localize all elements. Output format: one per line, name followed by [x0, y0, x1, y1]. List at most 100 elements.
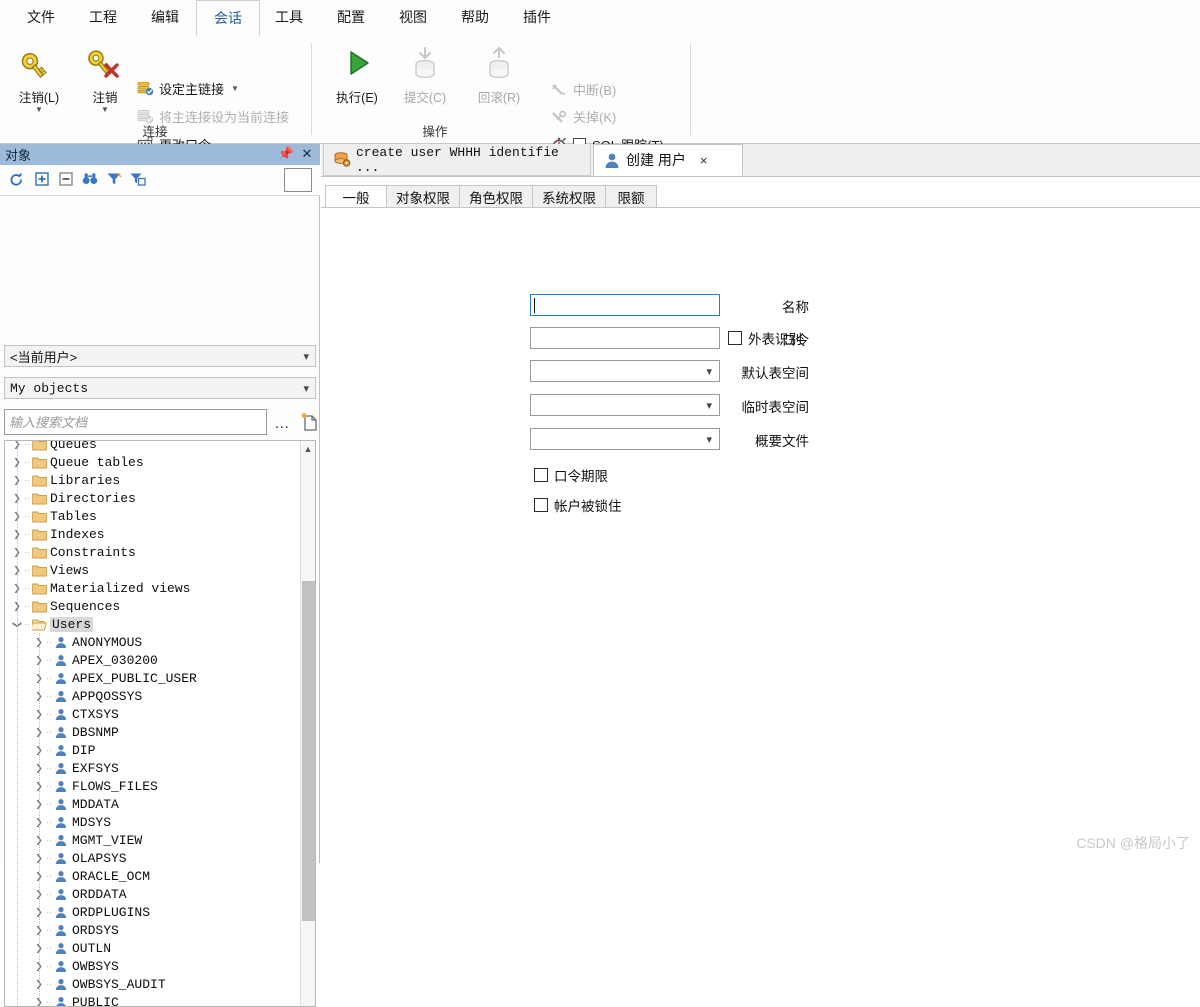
tree-user-anonymous[interactable]: ❯··ANONYMOUS — [5, 633, 301, 651]
tree-user-mgmt_view[interactable]: ❯··MGMT_VIEW — [5, 831, 301, 849]
menu-item-6[interactable]: 视图 — [382, 0, 444, 35]
document-tab-create-user[interactable]: 创建 用户 × — [593, 144, 743, 176]
ribbon-toolbar: 注销(L) ▼ 注销 ▼ — [0, 35, 1200, 144]
execute-button[interactable]: 执行(E) — [326, 41, 388, 106]
tree-user-apex_030200[interactable]: ❯··APEX_030200 — [5, 651, 301, 669]
tree-connector: ·· — [23, 511, 31, 521]
tree-item-label: Tables — [50, 509, 97, 524]
tree-user-apex_public_user[interactable]: ❯··APEX_PUBLIC_USER — [5, 669, 301, 687]
logoff-all-dropdown-arrow[interactable]: ▼ — [74, 107, 136, 113]
name-field[interactable] — [530, 294, 720, 316]
subtab-1[interactable]: 对象权限 — [386, 185, 460, 208]
default-tablespace-select[interactable]: ▾ — [530, 360, 720, 382]
tree-user-ctxsys[interactable]: ❯··CTXSYS — [5, 705, 301, 723]
tree-folder-views[interactable]: ❯··Views — [5, 561, 301, 579]
tree-user-appqossys[interactable]: ❯··APPQOSSYS — [5, 687, 301, 705]
set-main-connection-item[interactable]: 设定主链接 ▼ — [136, 79, 239, 98]
object-filter-select[interactable]: My objects ▾ — [4, 377, 316, 399]
menu-item-0[interactable]: 文件 — [10, 0, 72, 35]
account-locked-row[interactable]: 帐户被锁住 — [534, 495, 622, 515]
tree-user-exfsys[interactable]: ❯··EXFSYS — [5, 759, 301, 777]
subtab-2[interactable]: 角色权限 — [459, 185, 533, 208]
tree-user-dbsnmp[interactable]: ❯··DBSNMP — [5, 723, 301, 741]
tree-folder-users[interactable]: ❯··Users — [5, 615, 301, 633]
expand-all-icon[interactable] — [32, 169, 52, 189]
tree-folder-materialized-views[interactable]: ❯··Materialized views — [5, 579, 301, 597]
external-identify-row[interactable]: 外表识别 — [728, 328, 802, 348]
tree-folder-indexes[interactable]: ❯··Indexes — [5, 525, 301, 543]
filter-icon[interactable] — [104, 169, 124, 189]
tree-folder-queue-tables[interactable]: ❯··Queue tables — [5, 453, 301, 471]
tree-folder-tables[interactable]: ❯··Tables — [5, 507, 301, 525]
tree-folder-queues[interactable]: ❯··Queues — [5, 440, 301, 453]
find-icon[interactable] — [80, 169, 100, 189]
filter-document-icon[interactable] — [128, 169, 148, 189]
subtab-3[interactable]: 系统权限 — [532, 185, 606, 208]
ribbon-group-operation: 执行(E) 提交(C) — [320, 35, 690, 143]
search-more-button[interactable]: ... — [275, 415, 290, 431]
tree-connector: ·· — [45, 709, 53, 719]
scroll-up-arrow-icon[interactable]: ▲ — [301, 441, 315, 457]
password-expire-row[interactable]: 口令期限 — [534, 465, 608, 485]
password-expire-checkbox[interactable] — [534, 468, 548, 482]
menu-item-7[interactable]: 帮助 — [444, 0, 506, 35]
tree-user-ordplugins[interactable]: ❯··ORDPLUGINS — [5, 903, 301, 921]
tree-connector: ·· — [45, 835, 53, 845]
tree-item-label: DIP — [72, 743, 95, 758]
tree-scrollbar[interactable]: ▲ — [300, 441, 315, 1006]
tree-user-flows_files[interactable]: ❯··FLOWS_FILES — [5, 777, 301, 795]
tree-scrollbar-thumb[interactable] — [302, 581, 315, 921]
account-locked-label: 帐户被锁住 — [554, 495, 622, 515]
tree-folder-constraints[interactable]: ❯··Constraints — [5, 543, 301, 561]
logoff-all-button-label: 注销 — [74, 87, 136, 106]
tree-user-owbsys[interactable]: ❯··OWBSYS — [5, 957, 301, 975]
object-panel-header: 对象 📌 ✕ — [0, 144, 320, 165]
password-field[interactable] — [530, 327, 720, 349]
menu-item-2[interactable]: 编辑 — [134, 0, 196, 35]
object-panel-option-box[interactable] — [284, 168, 312, 192]
search-input[interactable] — [5, 410, 266, 434]
set-main-connection-dropdown-arrow[interactable]: ▼ — [231, 84, 239, 93]
tree-user-outln[interactable]: ❯··OUTLN — [5, 939, 301, 957]
object-tree[interactable]: ❯··Queues❯··Queue tables❯··Libraries❯··D… — [4, 440, 316, 1007]
collapse-all-icon[interactable] — [56, 169, 76, 189]
tree-user-mdsys[interactable]: ❯··MDSYS — [5, 813, 301, 831]
property-subtabs: 一般对象权限角色权限系统权限限额 — [321, 185, 1200, 208]
tree-user-owbsys_audit[interactable]: ❯··OWBSYS_AUDIT — [5, 975, 301, 993]
menu-item-4[interactable]: 工具 — [258, 0, 320, 35]
current-user-select[interactable]: <当前用户> ▾ — [4, 345, 316, 367]
logoff-dropdown-arrow[interactable]: ▼ — [8, 107, 70, 113]
temp-tablespace-select[interactable]: ▾ — [530, 394, 720, 416]
menu-item-3[interactable]: 会话 — [196, 0, 260, 36]
external-identify-label: 外表识别 — [748, 328, 802, 348]
logoff-button[interactable]: 注销(L) ▼ — [8, 41, 70, 113]
tree-user-ordsys[interactable]: ❯··ORDSYS — [5, 921, 301, 939]
external-identify-checkbox[interactable] — [728, 331, 742, 345]
menu-item-1[interactable]: 工程 — [72, 0, 134, 35]
subtab-0[interactable]: 一般 — [325, 185, 387, 208]
chevron-down-icon: ▾ — [303, 350, 309, 363]
refresh-icon[interactable] — [6, 169, 26, 189]
tree-folder-libraries[interactable]: ❯··Libraries — [5, 471, 301, 489]
tree-user-dip[interactable]: ❯··DIP — [5, 741, 301, 759]
tree-user-olapsys[interactable]: ❯··OLAPSYS — [5, 849, 301, 867]
document-tab-close-icon[interactable]: × — [700, 153, 708, 168]
subtab-4[interactable]: 限额 — [605, 185, 657, 208]
menu-item-5[interactable]: 配置 — [320, 0, 382, 35]
tree-user-oracle_ocm[interactable]: ❯··ORACLE_OCM — [5, 867, 301, 885]
close-icon[interactable]: ✕ — [299, 146, 315, 162]
pin-icon[interactable]: 📌 — [278, 146, 294, 162]
account-locked-checkbox[interactable] — [534, 498, 548, 512]
tree-folder-sequences[interactable]: ❯··Sequences — [5, 597, 301, 615]
new-document-icon[interactable] — [299, 412, 319, 432]
tree-folder-directories[interactable]: ❯··Directories — [5, 489, 301, 507]
profile-select[interactable]: ▾ — [530, 428, 720, 450]
document-tab-sql[interactable]: create user WHHH identifie ... — [323, 144, 591, 176]
user-icon — [53, 689, 69, 703]
tree-user-orddata[interactable]: ❯··ORDDATA — [5, 885, 301, 903]
logoff-all-button[interactable]: 注销 ▼ — [74, 41, 136, 113]
tree-item-label: MDDATA — [72, 797, 119, 812]
menu-item-8[interactable]: 插件 — [506, 0, 568, 35]
tree-user-mddata[interactable]: ❯··MDDATA — [5, 795, 301, 813]
tree-user-public[interactable]: ❯··PUBLIC — [5, 993, 301, 1007]
